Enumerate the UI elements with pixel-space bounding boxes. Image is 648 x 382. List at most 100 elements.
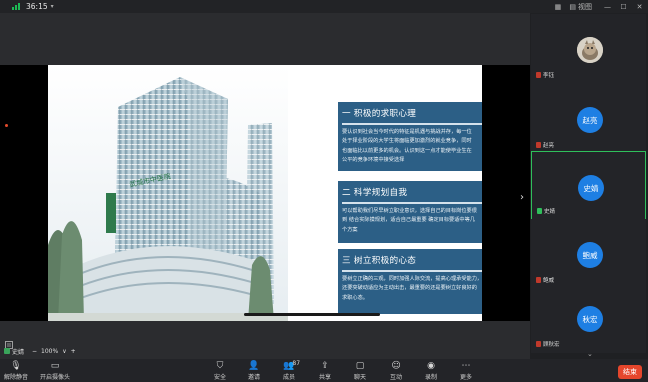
screen-share-icon (4, 348, 10, 354)
grid-icon[interactable]: ▦ (553, 3, 562, 11)
record-button[interactable]: ◉ 录制 (425, 360, 437, 381)
zoom-dropdown-icon[interactable]: ∨ (62, 348, 66, 355)
interact-label: 互动 (390, 374, 403, 381)
avatar (577, 37, 603, 63)
signal-icon (12, 3, 20, 10)
section-2-title: 二 科学规划自我 (342, 188, 408, 198)
section-1-line-4: 公平的竞争环境中接受选择 (342, 157, 405, 163)
end-meeting-button[interactable]: 结束 (618, 365, 642, 379)
chat-icon: ▢ (355, 361, 365, 371)
section-3-line-1: 要树立正确的三观，同时加强人际交流，提高心理承受能力， (342, 275, 482, 282)
participant-name: 李钰 (543, 73, 555, 79)
members-count: 87 (292, 360, 301, 367)
mic-muted-icon (536, 72, 541, 78)
participant-tile[interactable]: 李钰 (531, 14, 646, 84)
meeting-timer[interactable]: 36:15 ▾ (26, 1, 54, 12)
avatar: 赵亮 (577, 107, 603, 133)
chevron-down-icon: ▾ (50, 3, 54, 10)
section-1-title: 一 积极的求职心理 (342, 109, 417, 119)
participant-label: 赵亮 (536, 141, 554, 149)
zoom-value[interactable]: 100% (41, 348, 58, 355)
zoom-out-button[interactable]: − (32, 348, 37, 355)
maximize-icon[interactable]: ☐ (619, 3, 628, 11)
share-icon: ⇪ (321, 361, 329, 371)
presentation-slide: 武城市中医院 一 积极的求职心理 要认识到社会当今时代的特征是机遇与挑战并存，每… (48, 65, 482, 321)
security-label: 安全 (214, 374, 227, 381)
participant-name: 顾秋宏 (543, 342, 560, 348)
participant-tile-active-speaker[interactable]: 史婧 史婧 (531, 151, 646, 221)
view-label: 视图 (578, 2, 592, 11)
participant-tile[interactable]: 秋宏 顾秋宏 (531, 283, 646, 353)
zoom-control: − 100% ∨ + (32, 346, 76, 356)
participant-label: 史婧 (537, 207, 555, 215)
camera-icon: ▭ (50, 361, 60, 371)
section-1-line-1: 要认识到社会当今时代的特征是机遇与挑战并存，每一位 (342, 128, 472, 135)
avatar: 史婧 (578, 175, 604, 201)
participant-tile[interactable]: 赵亮 赵亮 (531, 84, 646, 154)
slide-section-2: 二 科学规划自我 可以帮助我们尽早树立职业意识，选择自己的目标岗位要很 到 结合… (338, 181, 482, 243)
view-button[interactable]: ▤ 视图 (569, 2, 592, 12)
interact-button[interactable]: ☺ 互动 (390, 360, 402, 381)
participant-label: 顾秋宏 (536, 340, 560, 348)
invite-button[interactable]: 👤 邀请 (248, 360, 260, 381)
minimize-icon[interactable]: — (603, 3, 612, 11)
members-label: 成员 (283, 374, 296, 381)
invite-label: 邀请 (248, 374, 261, 381)
chat-label: 聊天 (354, 374, 367, 381)
presenter-tag: 史婧 (4, 346, 24, 356)
record-icon: ◉ (427, 361, 435, 371)
more-label: 更多 (460, 374, 473, 381)
unmute-button[interactable]: 🎙 解除静音 (4, 360, 28, 381)
section-3-divider (342, 270, 482, 272)
close-icon[interactable]: ✕ (635, 3, 644, 11)
section-2-line-3: 个方案 (342, 226, 358, 233)
more-icon: ⋯ (461, 361, 471, 371)
zoom-in-button[interactable]: + (71, 348, 76, 355)
camera-button[interactable]: ▭ 开启摄像头 (40, 360, 70, 381)
share-label: 共享 (319, 374, 332, 381)
smile-icon: ☺ (391, 361, 401, 371)
slide-section-1: 一 积极的求职心理 要认识到社会当今时代的特征是机遇与挑战并存，每一位 处于择业… (338, 102, 482, 171)
members-button[interactable]: 👥 87 成员 (283, 360, 301, 381)
avatar: 秋宏 (577, 306, 603, 332)
shared-screen-area: 武城市中医院 一 积极的求职心理 要认识到社会当今时代的特征是机遇与挑战并存，每… (0, 13, 530, 349)
section-3-line-2: 还要突破动适应为主动出击，最重要的还是要树立好良好的 (342, 285, 477, 291)
section-2-divider (342, 202, 482, 204)
hospital-image: 武城市中医院 (48, 65, 288, 321)
chevron-right-icon[interactable]: › (520, 192, 524, 203)
participant-panel: 李钰 赵亮 赵亮 史婧 史婧 鲍威 鲍威 秋宏 顾秋宏 ⌄ (530, 13, 648, 359)
more-button[interactable]: ⋯ 更多 (460, 360, 472, 381)
timer-text: 36:15 (26, 2, 48, 11)
participant-name: 史婧 (544, 209, 556, 215)
participant-label: 李钰 (536, 71, 554, 79)
top-bar: 36:15 ▾ ▦ ▤ 视图 — ☐ ✕ (0, 0, 648, 13)
chat-button[interactable]: ▢ 聊天 (354, 360, 366, 381)
shield-icon: ⛉ (216, 361, 224, 371)
section-1-line-2: 处于择业阶段的大学生将面临更加激烈的就业竞争，同时 (342, 138, 472, 144)
section-3-line-3: 求职心态。 (342, 294, 368, 301)
presenter-name: 史婧 (12, 348, 25, 356)
pointer-dot (5, 124, 8, 127)
section-3-title: 三 树立积极的心态 (342, 256, 417, 266)
participant-tile[interactable]: 鲍威 鲍威 (531, 219, 646, 289)
participant-name: 赵亮 (543, 143, 555, 149)
camera-label: 开启摄像头 (40, 374, 71, 381)
record-label: 录制 (425, 374, 438, 381)
window-controls: ▦ ▤ 视图 — ☐ ✕ (553, 0, 644, 13)
add-user-icon: 👤 (248, 361, 260, 371)
security-button[interactable]: ⛉ 安全 (214, 360, 226, 381)
share-button[interactable]: ⇪ 共享 (319, 360, 331, 381)
slide-section-3: 三 树立积极的心态 要树立正确的三观，同时加强人际交流，提高心理承受能力， 还要… (338, 249, 482, 314)
screen-share-icon (537, 208, 542, 214)
avatar: 鲍威 (577, 242, 603, 268)
chevron-down-icon[interactable]: ⌄ (587, 350, 593, 358)
members-icon: 👥 87 (283, 360, 301, 371)
slide-progress-bar[interactable] (244, 313, 380, 316)
section-2-line-2: 到 结合实际摸规划，适合自己最重要 确定目标要适中等几 (342, 217, 475, 223)
meeting-toolbar: 🎙 解除静音 ▭ 开启摄像头 ⛉ 安全 👤 邀请 👥 87 成员 ⇪ 共享 ▢ 聊… (0, 359, 648, 382)
mic-muted-icon: 🎙 (10, 361, 22, 371)
mic-muted-icon (536, 341, 541, 347)
section-1-divider (342, 123, 482, 125)
section-2-line-1: 可以帮助我们尽早树立职业意识，选择自己的目标岗位要很 (342, 207, 477, 214)
mic-muted-icon (536, 142, 541, 148)
